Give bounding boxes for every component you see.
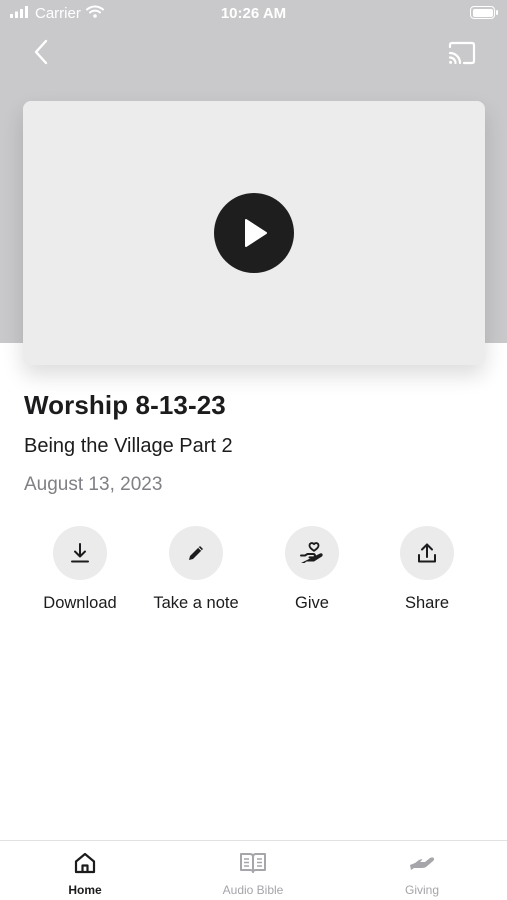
back-button[interactable] (26, 36, 56, 68)
share-circle[interactable] (400, 526, 454, 580)
sermon-subtitle: Being the Village Part 2 (24, 435, 233, 457)
heart-hand-icon (300, 542, 323, 563)
tab-giving[interactable]: Giving (362, 849, 482, 897)
action-row: Download Take a note Give Share (0, 526, 507, 616)
download-circle[interactable] (53, 526, 107, 580)
download-icon (71, 543, 89, 563)
pencil-icon (189, 546, 203, 560)
tab-home-label: Home (68, 883, 102, 897)
take-note-label: Take a note (153, 594, 239, 612)
book-icon (240, 853, 266, 873)
cast-button[interactable] (445, 38, 479, 68)
download-label: Download (43, 594, 117, 612)
tab-home[interactable]: Home (25, 849, 145, 897)
battery-icon (470, 6, 498, 19)
share-label: Share (404, 594, 450, 612)
give-label: Give (295, 594, 329, 612)
play-button[interactable] (214, 193, 294, 273)
give-circle[interactable] (285, 526, 339, 580)
share-icon (418, 543, 436, 563)
tab-audio-bible-label: Audio Bible (222, 883, 284, 897)
giving-hand-icon (410, 857, 435, 870)
play-icon (245, 219, 267, 247)
status-bar: Carrier 10:26 AM (0, 0, 507, 28)
share-button[interactable]: Share (372, 526, 482, 613)
status-right (470, 6, 498, 19)
sermon-date: August 13, 2023 (24, 474, 163, 495)
home-icon (74, 852, 96, 874)
status-time: 10:26 AM (220, 5, 287, 22)
chevron-left-icon (34, 39, 48, 65)
sermon-title: Worship 8-13-23 (24, 390, 226, 420)
download-button[interactable]: Download (25, 526, 135, 613)
give-button[interactable]: Give (257, 526, 367, 613)
tab-bar: Home Audio Bible Giving (0, 840, 507, 900)
tab-giving-label: Giving (404, 883, 439, 897)
cast-icon (448, 41, 476, 65)
take-note-button[interactable]: Take a note (141, 526, 251, 613)
tab-audio-bible[interactable]: Audio Bible (193, 849, 313, 897)
video-player[interactable] (23, 101, 485, 365)
take-note-circle[interactable] (169, 526, 223, 580)
